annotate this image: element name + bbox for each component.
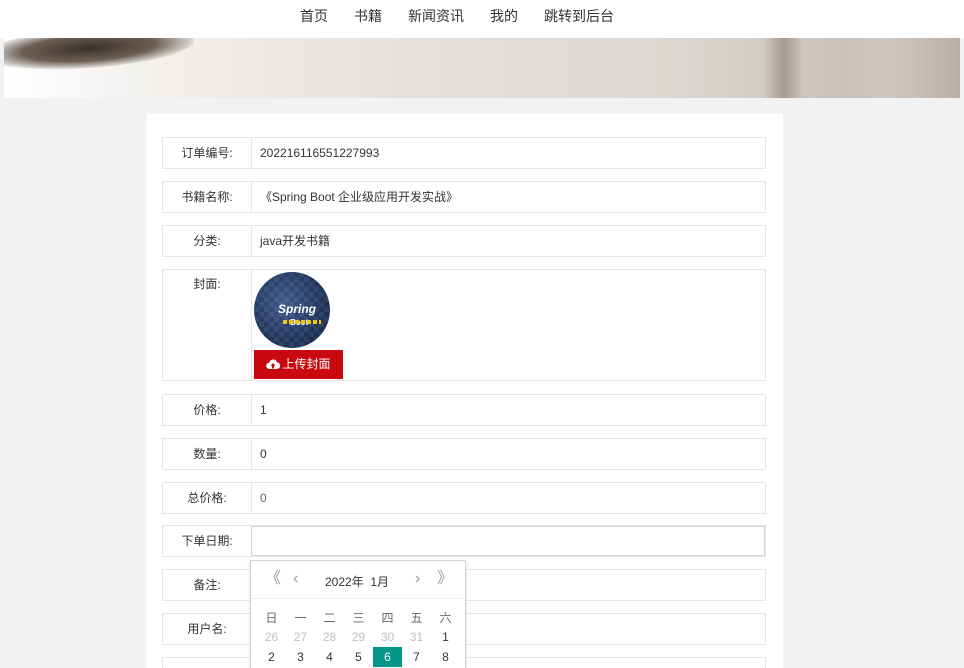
weekday-label: 六 — [439, 610, 452, 625]
calendar-day[interactable]: 1 — [431, 627, 460, 647]
nav-admin[interactable]: 跳转到后台 — [544, 7, 614, 25]
order-no-label: 订单编号: — [181, 146, 233, 160]
banner-image — [4, 38, 960, 98]
row-category: 分类: java开发书籍 — [162, 225, 766, 257]
cover-label: 封面: — [193, 277, 221, 291]
weekday-label: 四 — [381, 610, 394, 625]
weekday-label: 三 — [352, 610, 365, 625]
next-month-button[interactable]: › — [415, 571, 420, 587]
row-order-date: 下单日期: — [162, 525, 766, 557]
row-order-no: 订单编号: 202216116551227993 — [162, 137, 766, 169]
book-name-field[interactable]: 《Spring Boot 企业级应用开发实战》 — [251, 182, 765, 212]
weekday-label: 五 — [410, 610, 423, 625]
remark-label: 备注: — [193, 578, 221, 592]
prev-month-button[interactable]: ‹ — [293, 571, 298, 587]
nav-home[interactable]: 首页 — [300, 7, 328, 25]
order-date-label: 下单日期: — [181, 534, 233, 548]
total-label: 总价格: — [187, 491, 227, 505]
year-select[interactable]: 2022年 — [325, 575, 364, 589]
total-field[interactable]: 0 — [251, 483, 765, 513]
row-price: 价格: 1 — [162, 394, 766, 426]
order-no-field[interactable]: 202216116551227993 — [251, 138, 765, 168]
nav-news[interactable]: 新闻资讯 — [408, 7, 464, 25]
calendar-day[interactable]: 29 — [344, 627, 373, 647]
calendar-day-selected[interactable]: 6 — [373, 647, 402, 667]
upload-cover-label: 上传封面 — [282, 357, 331, 371]
cover-area: Spring Boot 上传封面 — [251, 270, 765, 380]
top-nav: 首页 书籍 新闻资讯 我的 跳转到后台 — [0, 0, 964, 38]
weekday-label: 日 — [265, 610, 278, 625]
calendar-day[interactable]: 4 — [315, 647, 344, 667]
calendar-day[interactable]: 2 — [257, 647, 286, 667]
calendar-week-row: 2 3 4 5 6 7 8 — [257, 647, 460, 667]
row-book-name: 书籍名称: 《Spring Boot 企业级应用开发实战》 — [162, 181, 766, 213]
date-picker: 《 ‹ 2022年 1月 › 》 日 一 二 三 四 五 六 26 27 28 … — [250, 560, 466, 668]
calendar-day[interactable]: 26 — [257, 627, 286, 647]
calendar-week-row: 26 27 28 29 30 31 1 — [257, 627, 460, 647]
calendar-day[interactable]: 28 — [315, 627, 344, 647]
category-field[interactable]: java开发书籍 — [251, 226, 765, 256]
date-picker-header: 《 ‹ 2022年 1月 › 》 — [251, 561, 465, 599]
book-name-label: 书籍名称: — [181, 190, 233, 204]
order-date-input[interactable] — [251, 526, 765, 556]
quantity-label: 数量: — [193, 447, 221, 461]
nav-books[interactable]: 书籍 — [354, 7, 382, 25]
calendar-day[interactable]: 3 — [286, 647, 315, 667]
next-year-button[interactable]: 》 — [437, 571, 453, 587]
price-label: 价格: — [193, 403, 221, 417]
calendar-day[interactable]: 27 — [286, 627, 315, 647]
prev-year-button[interactable]: 《 — [265, 571, 281, 587]
category-label: 分类: — [193, 234, 221, 248]
username-label: 用户名: — [187, 622, 227, 636]
price-field[interactable]: 1 — [251, 395, 765, 425]
weekday-label: 一 — [294, 610, 307, 625]
weekday-label: 二 — [323, 610, 336, 625]
year-month-label: 2022年 1月 — [325, 573, 389, 590]
nav-items: 首页 书籍 新闻资讯 我的 跳转到后台 — [300, 7, 614, 25]
row-cover: 封面: Spring Boot 上传封面 — [162, 269, 766, 381]
cloud-upload-icon — [266, 359, 281, 369]
cover-image: Spring Boot — [254, 272, 330, 348]
nav-mine[interactable]: 我的 — [490, 7, 518, 25]
calendar-day[interactable]: 30 — [373, 627, 402, 647]
calendar-day[interactable]: 7 — [402, 647, 431, 667]
calendar-day[interactable]: 8 — [431, 647, 460, 667]
calendar-grid: 日 一 二 三 四 五 六 26 27 28 29 30 31 1 2 3 4 … — [257, 607, 460, 667]
quantity-field[interactable]: 0 — [251, 439, 765, 469]
calendar-day[interactable]: 5 — [344, 647, 373, 667]
upload-cover-button[interactable]: 上传封面 — [254, 350, 343, 379]
month-select[interactable]: 1月 — [370, 575, 389, 589]
row-total: 总价格: 0 — [162, 482, 766, 514]
row-quantity: 数量: 0 — [162, 438, 766, 470]
weekday-row: 日 一 二 三 四 五 六 — [257, 607, 460, 627]
calendar-day[interactable]: 31 — [402, 627, 431, 647]
